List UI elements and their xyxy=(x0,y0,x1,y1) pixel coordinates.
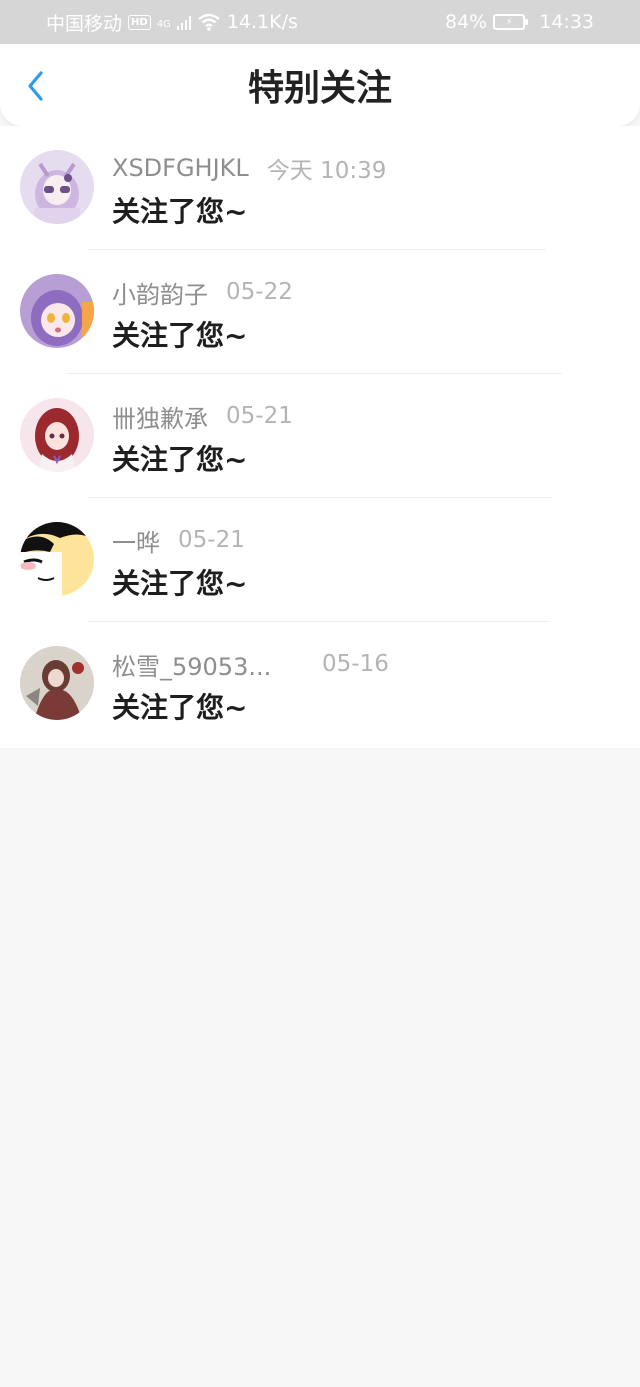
row-time: 05-16 xyxy=(322,651,389,677)
avatar[interactable] xyxy=(20,274,94,348)
list-item[interactable]: 卌独歉承 05-21 关注了您~ xyxy=(0,374,640,498)
follow-list: XSDFGHJKL 今天 10:39 关注了您~ 小韵韵子 05-22 关注了您… xyxy=(0,126,640,748)
name-line: 一晔 05-21 xyxy=(112,523,245,558)
row-time: 05-21 xyxy=(178,527,245,553)
list-item[interactable]: 小韵韵子 05-22 关注了您~ xyxy=(0,250,640,374)
row-time: 今天 10:39 xyxy=(266,158,387,184)
hd-badge: HD xyxy=(128,14,151,30)
user-name[interactable]: 小韵韵子 xyxy=(112,275,208,310)
battery-level: 84% xyxy=(445,11,488,33)
user-name[interactable]: 松雪_59053... xyxy=(112,647,304,682)
row-message: 关注了您~ xyxy=(112,567,248,600)
wifi-icon xyxy=(198,13,220,31)
carrier-name: 中国移动 xyxy=(46,12,123,35)
clock-time: 14:33 xyxy=(539,11,594,33)
list-item[interactable]: XSDFGHJKL 今天 10:39 关注了您~ xyxy=(0,126,640,250)
avatar[interactable] xyxy=(20,398,94,472)
header: 特别关注 xyxy=(0,44,640,126)
row-message: 关注了您~ xyxy=(112,691,248,724)
network-type: 4G xyxy=(156,18,171,30)
network-speed: 14.1K/s xyxy=(226,11,298,33)
row-message: 关注了您~ xyxy=(112,195,248,228)
status-bar: 中国移动 HD 4G 14.1K/s 84% ⚡ 14:33 xyxy=(0,0,640,44)
avatar[interactable] xyxy=(20,646,94,720)
row-message: 关注了您~ xyxy=(112,443,248,476)
signal-icon xyxy=(176,14,191,30)
chevron-left-icon xyxy=(28,71,43,101)
name-line: XSDFGHJKL 今天 10:39 xyxy=(112,152,386,184)
user-name[interactable]: XSDFGHJKL xyxy=(112,154,249,182)
avatar[interactable] xyxy=(20,150,94,224)
avatar[interactable] xyxy=(20,522,94,596)
name-line: 小韵韵子 05-22 xyxy=(112,275,293,310)
name-line: 卌独歉承 05-21 xyxy=(112,399,293,434)
row-message: 关注了您~ xyxy=(112,319,248,352)
status-right: 84% ⚡ 14:33 xyxy=(445,11,594,33)
list-item[interactable]: 松雪_59053... 05-16 关注了您~ xyxy=(0,622,640,746)
list-item[interactable]: 一晔 05-21 关注了您~ xyxy=(0,498,640,622)
battery-icon: ⚡ xyxy=(493,14,529,30)
name-line: 松雪_59053... 05-16 xyxy=(112,647,389,682)
row-time: 05-21 xyxy=(226,403,293,429)
user-name[interactable]: 一晔 xyxy=(112,523,160,558)
user-name[interactable]: 卌独歉承 xyxy=(112,399,208,434)
back-button[interactable] xyxy=(14,64,58,108)
page-title: 特别关注 xyxy=(247,68,392,109)
status-left: 中国移动 HD 4G 14.1K/s xyxy=(46,9,298,36)
row-time: 05-22 xyxy=(226,279,293,305)
